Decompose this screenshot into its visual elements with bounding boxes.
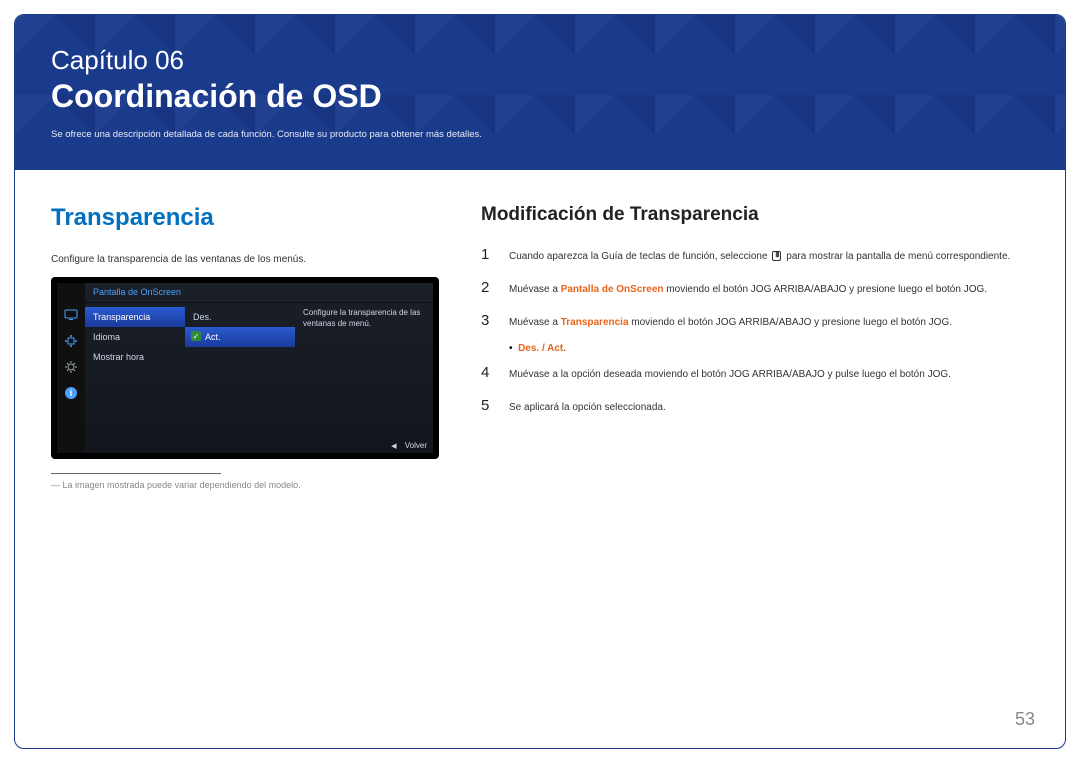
chapter-title: Coordinación de OSD [51, 78, 1029, 115]
footnote-rule [51, 473, 221, 474]
step-5-text: Se aplicará la opción seleccionada. [509, 397, 666, 416]
osd-help-text: Configure la transparencia de las ventan… [295, 283, 433, 453]
osd-option-des: Des. [185, 307, 295, 327]
page-frame: Capítulo 06 Coordinación de OSD Se ofrec… [14, 14, 1066, 749]
footnote-text: ― La imagen mostrada puede variar depend… [51, 480, 461, 490]
left-column: Transparencia Configure la transparencia… [51, 204, 461, 490]
step-number-5: 5 [481, 397, 495, 414]
check-icon: ✓ [191, 331, 201, 341]
step-3-text: Muévase a Transparencia moviendo el botó… [509, 312, 952, 331]
chapter-header: Capítulo 06 Coordinación de OSD Se ofrec… [15, 15, 1065, 170]
osd-option-act-label: Act. [205, 332, 221, 342]
transparency-description: Configure la transparencia de las ventan… [51, 254, 461, 265]
osd-menu-level2: Des. ✓ Act. [185, 283, 295, 453]
step-number-4: 4 [481, 364, 495, 381]
step-2: 2 Muévase a Pantalla de OnScreen moviend… [481, 279, 1029, 298]
svg-text:i: i [70, 388, 73, 398]
step-1-text: Cuando aparezca la Guía de teclas de fun… [509, 246, 1010, 265]
step-4-text: Muévase a la opción deseada moviendo el … [509, 364, 951, 383]
subheading-modificacion: Modificación de Transparencia [481, 204, 1029, 226]
osd-footer: ◀ Volver [391, 438, 427, 453]
monitor-icon [63, 307, 79, 323]
back-arrow-icon: ◀ [391, 443, 396, 450]
osd-menu-level1: Transparencia Idioma Mostrar hora [85, 283, 185, 453]
step-1: 1 Cuando aparezca la Guía de teclas de f… [481, 246, 1029, 265]
osd-back-label: Volver [405, 441, 427, 450]
right-column: Modificación de Transparencia 1 Cuando a… [481, 204, 1029, 490]
options-bullet: • Des. / Act. [509, 343, 1029, 354]
step-3: 3 Muévase a Transparencia moviendo el bo… [481, 312, 1029, 331]
step-number-3: 3 [481, 312, 495, 329]
steps-list: 1 Cuando aparezca la Guía de teclas de f… [481, 246, 1029, 331]
osd-option-act: ✓ Act. [185, 327, 295, 347]
step-number-2: 2 [481, 279, 495, 296]
steps-list-cont: 4 Muévase a la opción deseada moviendo e… [481, 364, 1029, 416]
chapter-description: Se ofrece una descripción detallada de c… [51, 129, 1029, 140]
step-number-1: 1 [481, 246, 495, 263]
chapter-number: Capítulo 06 [51, 45, 1029, 76]
position-icon [63, 333, 79, 349]
osd-item-transparencia: Transparencia [85, 307, 185, 327]
gear-icon [63, 359, 79, 375]
osd-screenshot: i Pantalla de OnScreen Transparencia Idi… [51, 277, 439, 459]
osd-main: Pantalla de OnScreen Transparencia Idiom… [85, 283, 433, 453]
page-number: 53 [1015, 709, 1035, 730]
osd-panel: i Pantalla de OnScreen Transparencia Idi… [57, 283, 433, 453]
osd-panel-title: Pantalla de OnScreen [85, 283, 433, 303]
step-2-text: Muévase a Pantalla de OnScreen moviendo … [509, 279, 987, 298]
step-5: 5 Se aplicará la opción seleccionada. [481, 397, 1029, 416]
menu-icon: ⅠⅠⅠ [772, 251, 781, 261]
osd-item-mostrar-hora: Mostrar hora [85, 347, 185, 367]
content-area: Transparencia Configure la transparencia… [15, 170, 1065, 490]
osd-sidebar: i [57, 283, 85, 453]
osd-item-idioma: Idioma [85, 327, 185, 347]
section-title-transparencia: Transparencia [51, 204, 461, 232]
step-4: 4 Muévase a la opción deseada moviendo e… [481, 364, 1029, 383]
info-icon: i [63, 385, 79, 401]
